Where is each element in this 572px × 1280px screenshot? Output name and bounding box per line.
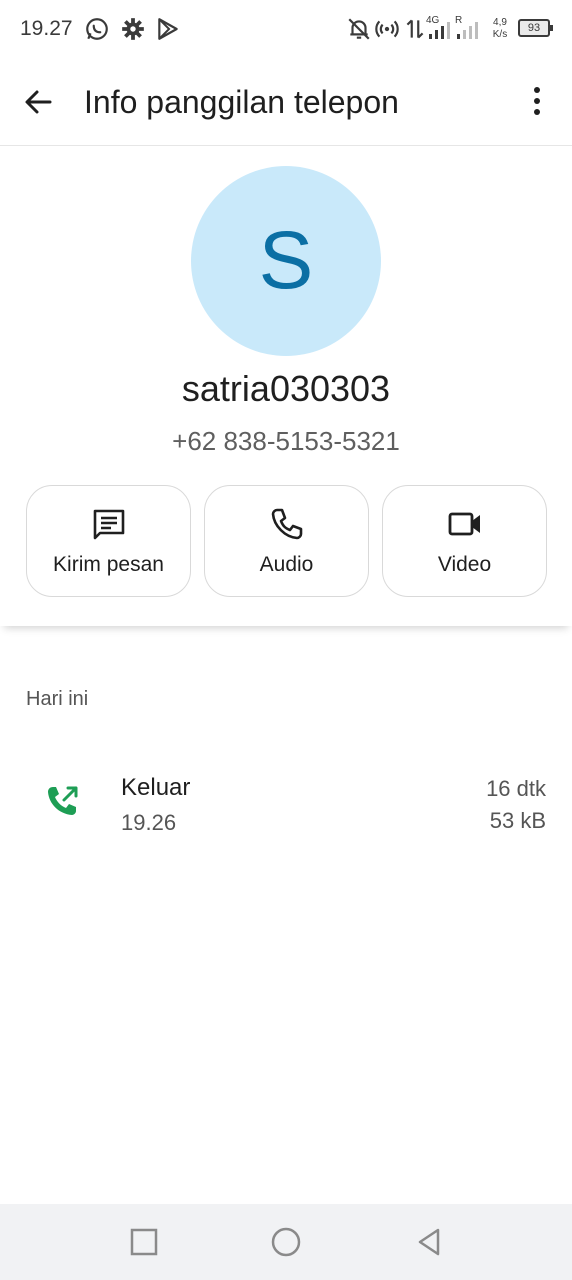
contact-header: S satria030303 +62 838-5153-5321 Kirim p… [0,146,572,626]
network-speed-value: 4,9 [493,17,507,28]
app-bar: Info panggilan telepon [0,58,572,146]
history-date-label: Hari ini [26,688,89,710]
signal-4g-icon [429,22,450,39]
call-time: 19.26 [121,810,177,835]
battery-indicator: 93 [518,19,553,37]
call-data-size: 53 kB [489,808,546,833]
page-title: Info panggilan telepon [84,84,399,120]
call-history-item[interactable]: Keluar 19.26 16 dtk 53 kB [0,760,572,850]
network-speed-unit: K/s [492,29,508,40]
outgoing-call-icon [48,786,78,815]
play-store-icon [158,18,178,40]
status-time: 19.27 [20,17,73,40]
arrow-back-icon[interactable] [20,84,56,120]
contact-number: +62 838-5153-5321 [172,426,400,456]
status-bar: 19.27 4G R 4,9 K/s 93 [0,0,572,58]
call-duration: 16 dtk [486,776,546,801]
send-message-label: Kirim pesan [53,553,164,576]
call-type: Keluar [121,774,191,801]
audio-call-label: Audio [259,553,314,576]
back-triangle-icon[interactable] [414,1226,446,1258]
signal-roaming-icon [457,22,478,39]
videocam-icon [448,512,480,536]
more-vert-icon[interactable] [522,84,552,120]
hotspot-icon [375,20,399,38]
contact-name: satria030303 [181,368,391,409]
settings-gear-icon [122,18,144,40]
avatar: S [191,166,381,356]
notifications-off-icon [348,18,370,40]
video-call-label: Video [437,553,492,576]
whatsapp-icon [86,18,108,40]
home-circle-icon[interactable] [270,1226,302,1258]
phone-icon [271,508,303,540]
video-call-button[interactable]: Video [382,485,547,597]
audio-call-button[interactable]: Audio [204,485,369,597]
recents-square-icon[interactable] [128,1226,160,1258]
send-message-button[interactable]: Kirim pesan [26,485,191,597]
message-icon [93,509,125,540]
data-arrows-icon [406,19,424,39]
navigation-bar [0,1204,572,1280]
